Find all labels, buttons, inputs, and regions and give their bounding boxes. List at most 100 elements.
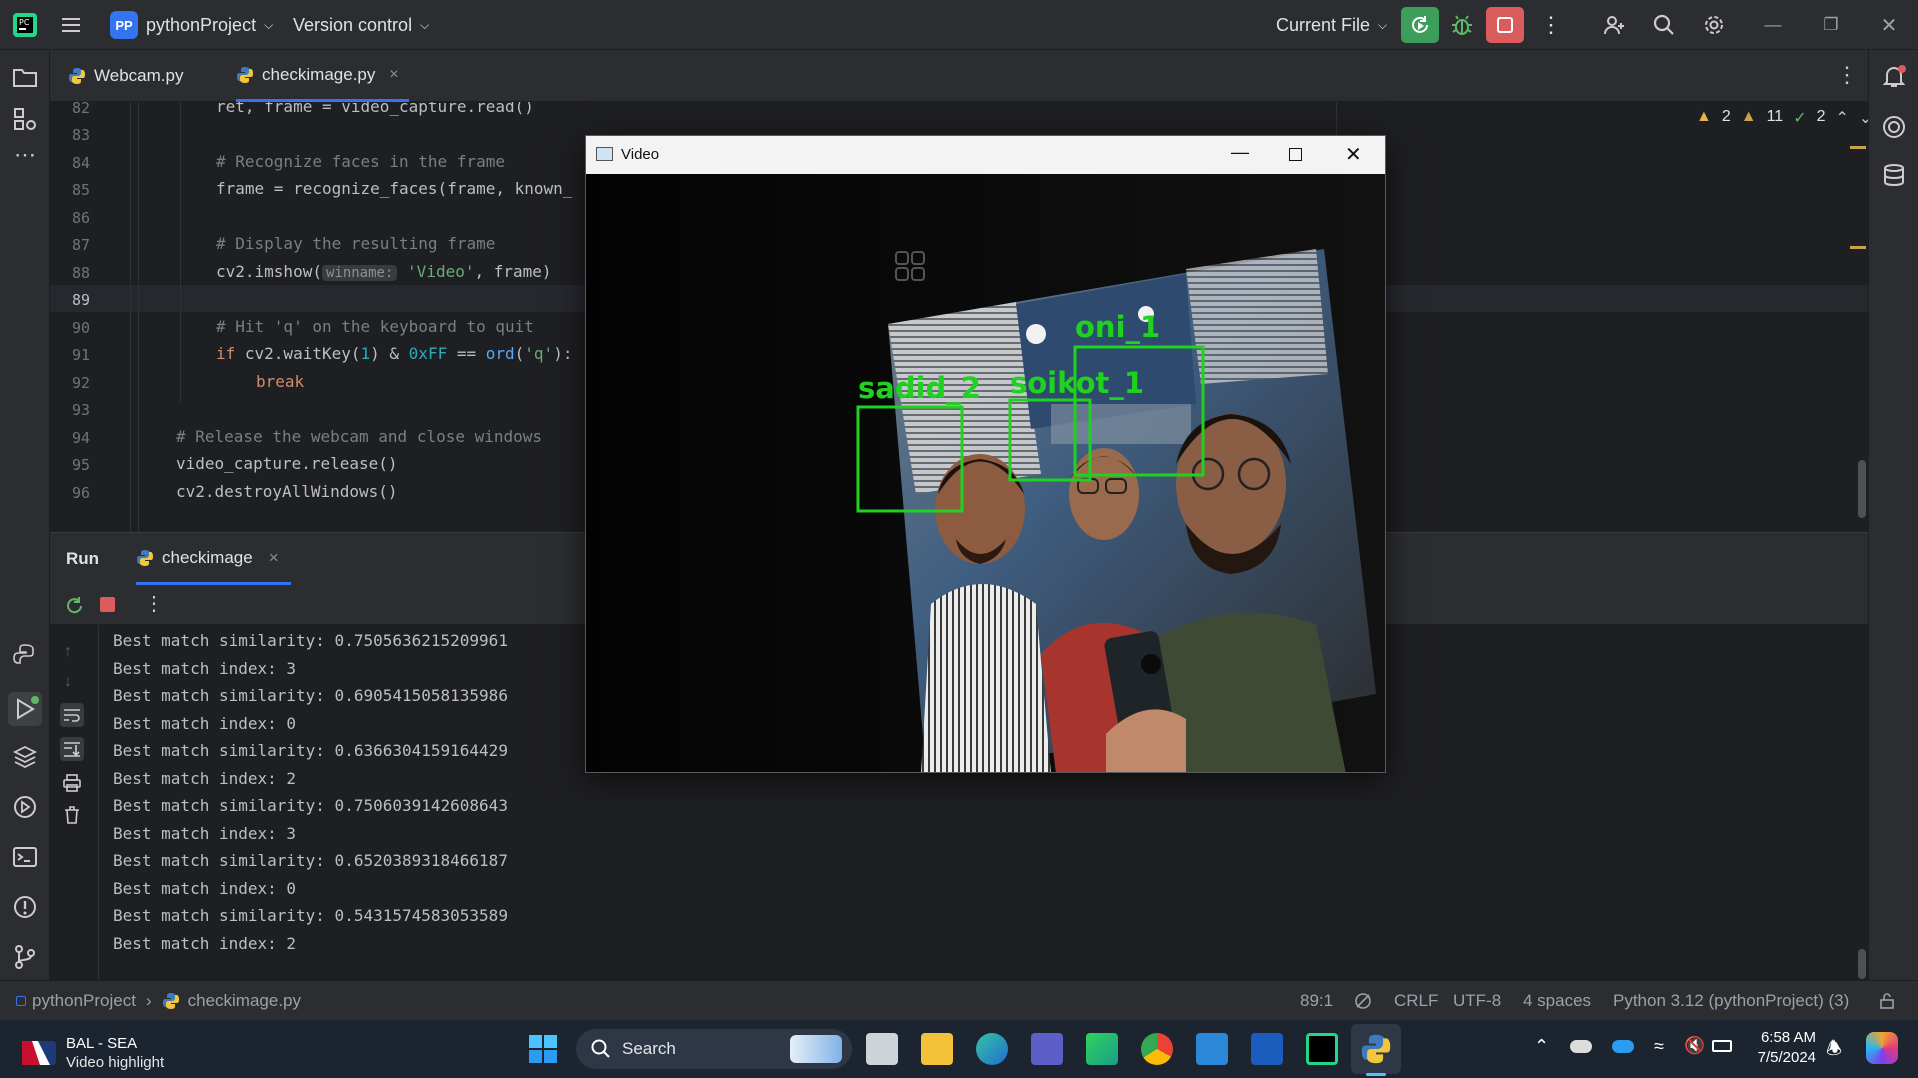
news-widget[interactable]: BAL - SEA Video highlight [22, 1034, 164, 1072]
stop-button[interactable] [1486, 0, 1524, 50]
teams-icon[interactable] [1031, 1033, 1063, 1065]
code-line[interactable]: break [256, 372, 304, 391]
chevron-up-icon[interactable]: ⌃ [1836, 108, 1849, 128]
run-tab-checkimage[interactable]: checkimage × [136, 533, 291, 585]
run-tab-close-icon[interactable]: × [269, 548, 279, 568]
chevron-down-icon[interactable]: ⌄ [1859, 108, 1868, 128]
video-window-titlebar[interactable]: Video — ✕ [586, 136, 1385, 174]
close-icon[interactable]: ✕ [1345, 142, 1362, 167]
services-icon[interactable] [12, 794, 38, 820]
rerun-button[interactable] [1401, 0, 1439, 50]
code-line[interactable]: cv2.imshow(winname: 'Video', frame) [216, 262, 552, 281]
code-line[interactable]: if cv2.waitKey(1) & 0xFF == ord('q'): [216, 344, 572, 363]
onedrive-business-icon[interactable] [1612, 1040, 1634, 1053]
debug-button[interactable] [1450, 0, 1474, 50]
speaker-muted-icon[interactable]: 🔇 [1684, 1036, 1705, 1056]
rerun-icon[interactable] [64, 595, 84, 615]
close-icon[interactable]: ✕ [1860, 0, 1918, 50]
tray-chevron-up-icon[interactable]: ⌃ [1534, 1036, 1549, 1057]
notifications-bell-icon[interactable] [1881, 64, 1907, 90]
video-window[interactable]: Video — ✕ sadid_2 soikot_1 oni_1 [585, 135, 1386, 773]
number-token: 0xFF [408, 344, 448, 363]
pycharm-logo-icon[interactable]: PC [12, 0, 38, 50]
more-icon[interactable]: ⋮ [144, 591, 164, 616]
settings-gear-icon[interactable] [1702, 0, 1726, 50]
indent-setting[interactable]: 4 spaces [1523, 981, 1591, 1021]
clock[interactable]: 6:58 AM 7/5/2024 [1750, 1028, 1816, 1068]
more-tools-icon[interactable]: ⋯ [12, 142, 38, 168]
breadcrumb-project[interactable]: pythonProject [32, 991, 136, 1011]
maximize-icon[interactable] [1289, 148, 1302, 161]
code-line[interactable]: video_capture.release() [176, 454, 398, 473]
notepad-icon[interactable] [1196, 1033, 1228, 1065]
stop-icon[interactable] [100, 597, 115, 612]
project-selector[interactable]: PP pythonProject ⌵ [110, 0, 273, 50]
edge-icon[interactable] [976, 1033, 1008, 1065]
battery-icon[interactable] [1712, 1040, 1732, 1052]
version-control-menu[interactable]: Version control ⌵ [293, 0, 429, 50]
file-encoding[interactable]: UTF-8 [1453, 981, 1501, 1021]
python-console-icon[interactable] [12, 642, 38, 668]
console-scrollbar[interactable] [1858, 949, 1866, 979]
soft-wrap-icon[interactable] [60, 703, 84, 727]
editor-scrollbar[interactable] [1858, 460, 1866, 518]
trash-icon[interactable] [62, 805, 82, 825]
scroll-up-icon[interactable]: ↑ [64, 643, 72, 661]
webcam-frame: sadid_2 soikot_1 oni_1 [586, 174, 1385, 772]
run-tool-icon[interactable] [8, 692, 42, 726]
tabs-more-icon[interactable]: ⋮ [1836, 62, 1858, 88]
line-number: 88 [71, 264, 90, 282]
code-line[interactable]: cv2.destroyAllWindows() [176, 482, 398, 501]
code-line[interactable]: frame = recognize_faces(frame, known_ [216, 179, 572, 198]
file-explorer-icon[interactable] [921, 1033, 953, 1065]
layers-icon[interactable] [12, 744, 38, 770]
code-line[interactable]: # Recognize faces in the frame [216, 152, 505, 171]
tab-checkimage-py[interactable]: checkimage.py × [236, 50, 409, 102]
chrome-icon[interactable] [1141, 1033, 1173, 1065]
add-user-icon[interactable] [1602, 0, 1626, 50]
tab-webcam-py[interactable]: Webcam.py [68, 50, 183, 102]
wifi-icon[interactable]: ≈ [1654, 1036, 1664, 1057]
problems-icon[interactable] [12, 894, 38, 920]
code-line[interactable]: # Release the webcam and close windows [176, 427, 542, 446]
restore-icon[interactable]: ❐ [1802, 0, 1860, 50]
terminal-icon[interactable] [12, 844, 38, 870]
onedrive-icon[interactable] [1570, 1040, 1592, 1053]
start-button[interactable] [528, 1034, 558, 1064]
database-icon[interactable] [1881, 162, 1907, 188]
notification-bell-icon[interactable]: 🕭 [1826, 1036, 1842, 1066]
line-separator[interactable]: CRLF [1394, 981, 1438, 1021]
main-menu-icon[interactable] [60, 0, 82, 50]
python-file-icon [69, 68, 85, 84]
python-taskbar-active[interactable] [1351, 1024, 1401, 1074]
search-icon[interactable] [1652, 0, 1676, 50]
code-line[interactable]: # Display the resulting frame [216, 234, 495, 253]
folder-icon[interactable] [12, 64, 38, 90]
word-icon[interactable] [1251, 1033, 1283, 1065]
code-line[interactable]: ret, frame = video_capture.read() [216, 102, 534, 116]
run-config-selector[interactable]: Current File ⌵ [1276, 0, 1387, 50]
no-inspection-icon[interactable] [1354, 981, 1372, 1021]
taskbar-search[interactable]: Search [576, 1029, 852, 1069]
interpreter-selector[interactable]: Python 3.12 (pythonProject) (3) [1613, 981, 1849, 1021]
task-view-icon[interactable] [866, 1033, 898, 1065]
scroll-down-icon[interactable]: ↓ [64, 673, 72, 691]
code-line[interactable]: # Hit 'q' on the keyboard to quit [216, 317, 534, 336]
copilot-icon[interactable] [1866, 1032, 1898, 1064]
caret-position[interactable]: 89:1 [1300, 981, 1333, 1021]
pycharm-icon[interactable] [1306, 1033, 1338, 1065]
scroll-to-end-icon[interactable] [60, 737, 84, 761]
tab-close-icon[interactable]: × [389, 66, 398, 84]
git-icon[interactable] [12, 944, 38, 970]
minimize-icon[interactable]: — [1231, 142, 1249, 163]
store-icon[interactable] [1086, 1033, 1118, 1065]
print-icon[interactable] [62, 773, 82, 793]
minimize-icon[interactable]: — [1744, 0, 1802, 50]
breadcrumb[interactable]: pythonProject › checkimage.py [16, 981, 301, 1021]
breadcrumb-file[interactable]: checkimage.py [188, 991, 301, 1011]
inspections-widget[interactable]: ▲ 2 ▲ 11 ✓ 2 ⌃ ⌄ [1696, 108, 1868, 128]
lock-icon[interactable] [1878, 981, 1896, 1021]
ai-assistant-icon[interactable] [1881, 114, 1907, 140]
more-actions-icon[interactable]: ⋮ [1540, 0, 1562, 50]
structure-icon[interactable] [12, 106, 38, 132]
